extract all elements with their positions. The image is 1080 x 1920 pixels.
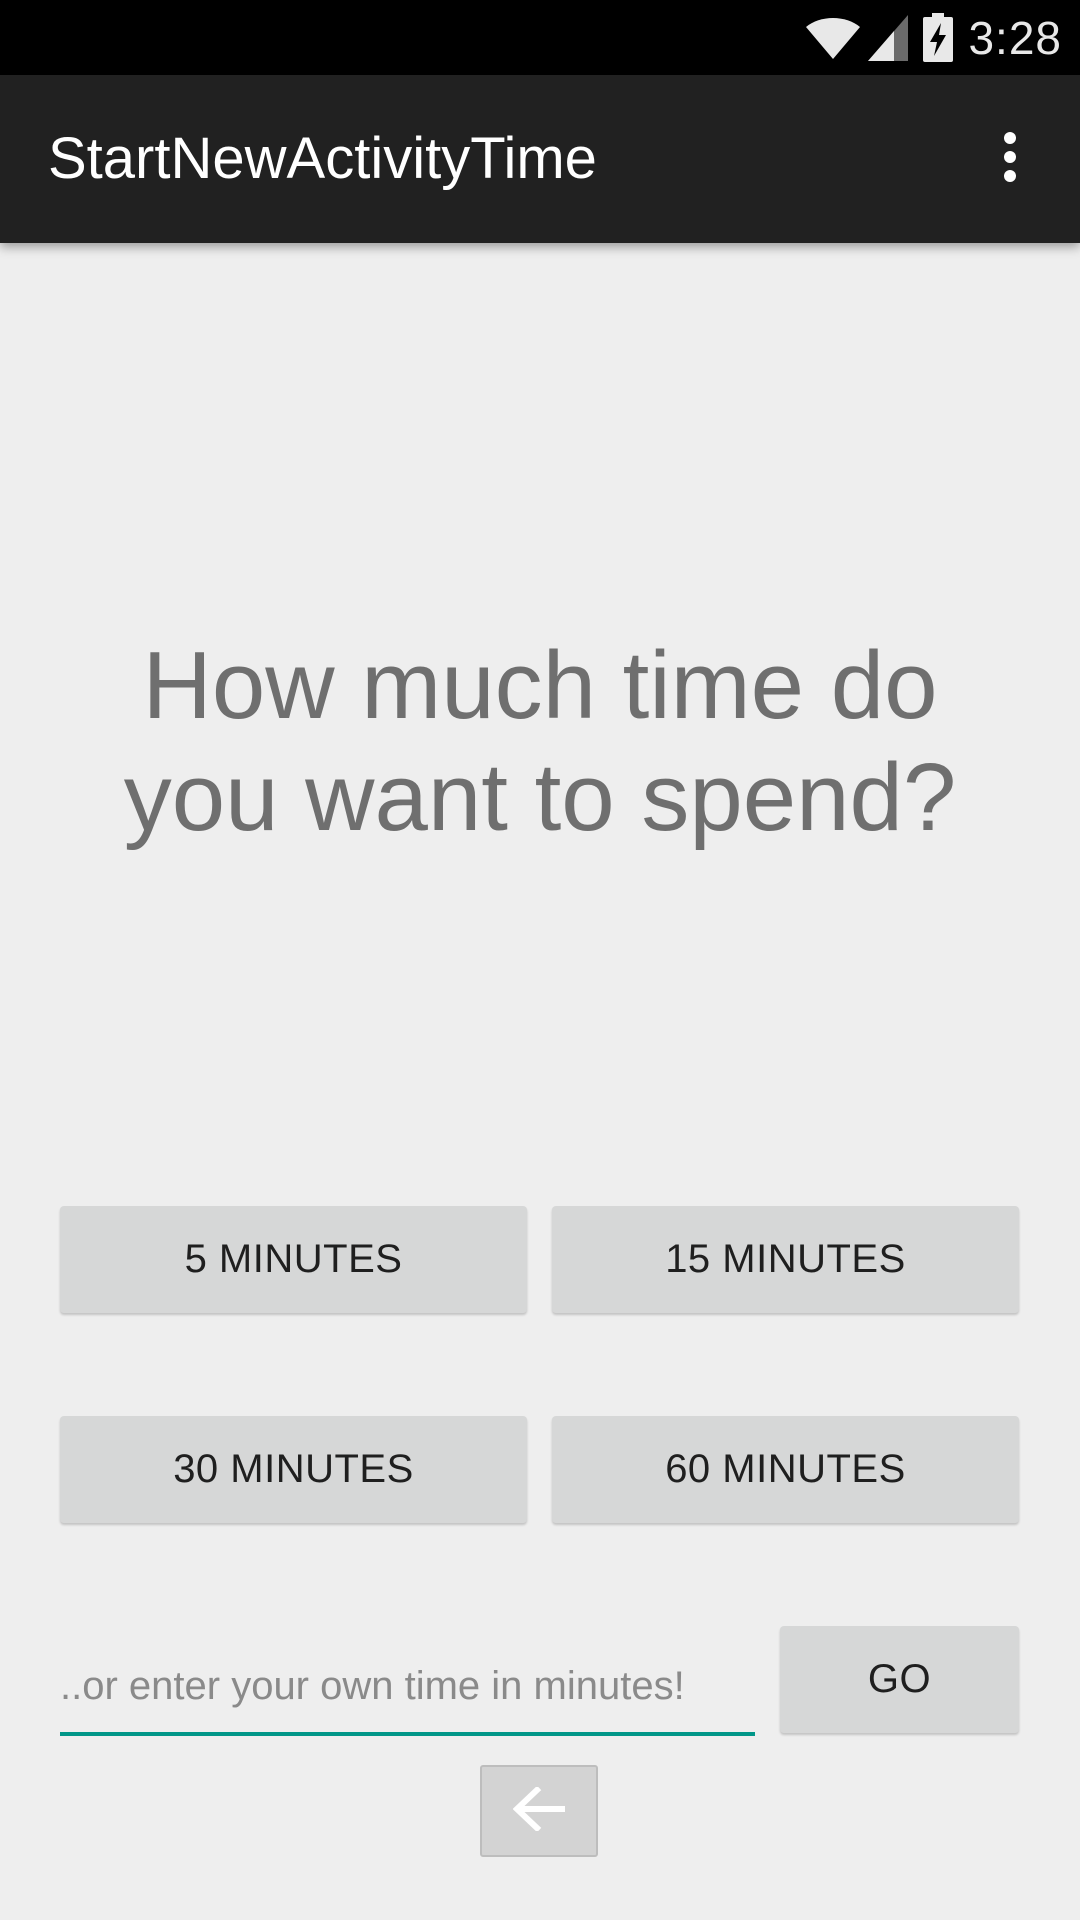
custom-time-input[interactable] (60, 1640, 755, 1732)
custom-time-field (60, 1640, 755, 1736)
app-title: StartNewActivityTime (48, 126, 597, 191)
overflow-menu-button[interactable] (970, 119, 1050, 199)
input-underline (60, 1732, 755, 1736)
status-icons: 3:28 (804, 0, 1062, 75)
more-vert-icon (1002, 131, 1018, 188)
wifi-icon (804, 15, 862, 61)
fifteen-minutes-button[interactable]: 15 MINUTES (552, 1206, 1019, 1313)
five-minutes-button[interactable]: 5 MINUTES (60, 1206, 527, 1313)
status-bar: 3:28 (0, 0, 1080, 75)
sixty-minutes-button[interactable]: 60 MINUTES (552, 1416, 1019, 1523)
status-time: 3:28 (968, 11, 1062, 64)
arrow-back-icon (512, 1785, 566, 1836)
go-button[interactable]: GO (780, 1626, 1019, 1733)
battery-charging-icon (922, 12, 954, 63)
app-bar: StartNewActivityTime (0, 75, 1080, 243)
back-button[interactable] (480, 1765, 598, 1857)
cell-signal-icon (866, 13, 910, 63)
thirty-minutes-button[interactable]: 30 MINUTES (60, 1416, 527, 1523)
question-heading: How much time do you want to spend? (123, 632, 957, 851)
